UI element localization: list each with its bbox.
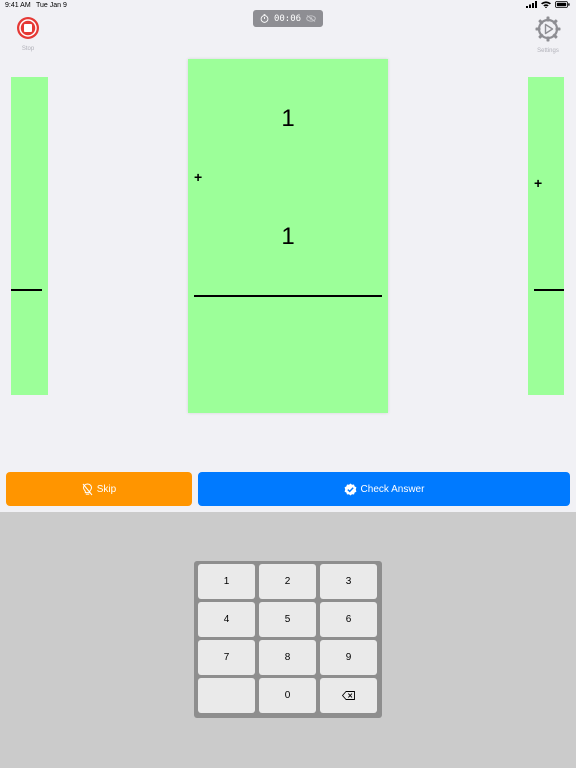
previous-problem-card	[11, 77, 48, 395]
operator: +	[194, 169, 203, 185]
key-4[interactable]: 4	[198, 602, 255, 637]
timer-value: 00:06	[273, 13, 302, 24]
bottom-number: 1	[281, 223, 295, 250]
status-date: Tue Jan 9	[36, 2, 67, 9]
key-1[interactable]: 1	[198, 564, 255, 599]
eye-slash-icon	[306, 15, 316, 22]
key-8[interactable]: 8	[259, 640, 316, 675]
stop-label: Stop	[21, 46, 35, 52]
answer-line	[194, 295, 382, 297]
answer-line	[11, 289, 42, 291]
key-3[interactable]: 3	[320, 564, 377, 599]
next-operator: +	[534, 175, 543, 191]
next-problem-card: +	[528, 77, 564, 395]
key-7[interactable]: 7	[198, 640, 255, 675]
answer-line	[534, 289, 564, 291]
key-5[interactable]: 5	[259, 602, 316, 637]
settings-button[interactable]: Settings	[534, 16, 562, 54]
lightbulb-slash-icon	[82, 482, 93, 495]
gear-icon	[535, 16, 561, 42]
problem-card: 1 + 1	[188, 59, 388, 413]
skip-button[interactable]: Skip	[6, 472, 192, 506]
skip-label: Skip	[96, 483, 117, 495]
backspace-icon	[342, 691, 355, 700]
stopwatch-icon	[260, 14, 269, 23]
key-9[interactable]: 9	[320, 640, 377, 675]
key-2[interactable]: 2	[259, 564, 316, 599]
check-answer-label: Check Answer	[360, 483, 425, 495]
battery-icon	[555, 1, 570, 8]
key-6[interactable]: 6	[320, 602, 377, 637]
stop-button[interactable]: Stop	[16, 16, 40, 52]
key-0[interactable]: 0	[259, 678, 316, 713]
wifi-icon	[541, 1, 551, 8]
status-time: 9:41 AM	[5, 2, 31, 9]
checkmark-seal-icon	[344, 483, 356, 495]
timer-display: 00:06	[253, 10, 323, 27]
key-blank	[198, 678, 255, 713]
signal-icon	[526, 1, 537, 8]
stop-icon	[17, 17, 39, 39]
top-number: 1	[281, 105, 295, 132]
key-backspace[interactable]	[320, 678, 377, 713]
status-icons	[526, 1, 570, 8]
check-answer-button[interactable]: Check Answer	[198, 472, 570, 506]
number-keypad: 1 2 3 4 5 6 7 8 9 0	[194, 561, 382, 718]
settings-label: Settings	[537, 48, 559, 54]
